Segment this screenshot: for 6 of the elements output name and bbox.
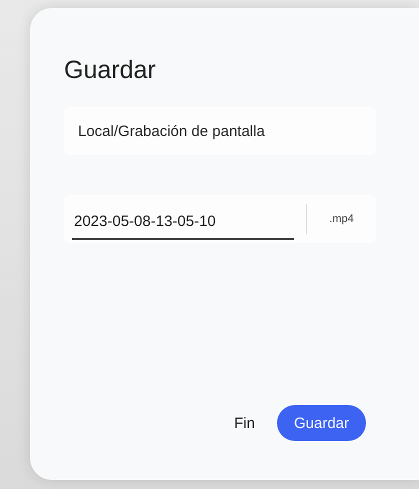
filename-field[interactable]: 2023-05-08-13-05-10 .mp4 bbox=[64, 195, 376, 243]
save-button[interactable]: Guardar bbox=[276, 405, 366, 441]
save-location[interactable]: Local/Grabación de pantalla bbox=[64, 107, 376, 155]
dialog-title: Guardar bbox=[64, 56, 157, 85]
file-extension: .mp4 bbox=[328, 213, 355, 225]
done-button[interactable]: Fin bbox=[234, 405, 255, 441]
